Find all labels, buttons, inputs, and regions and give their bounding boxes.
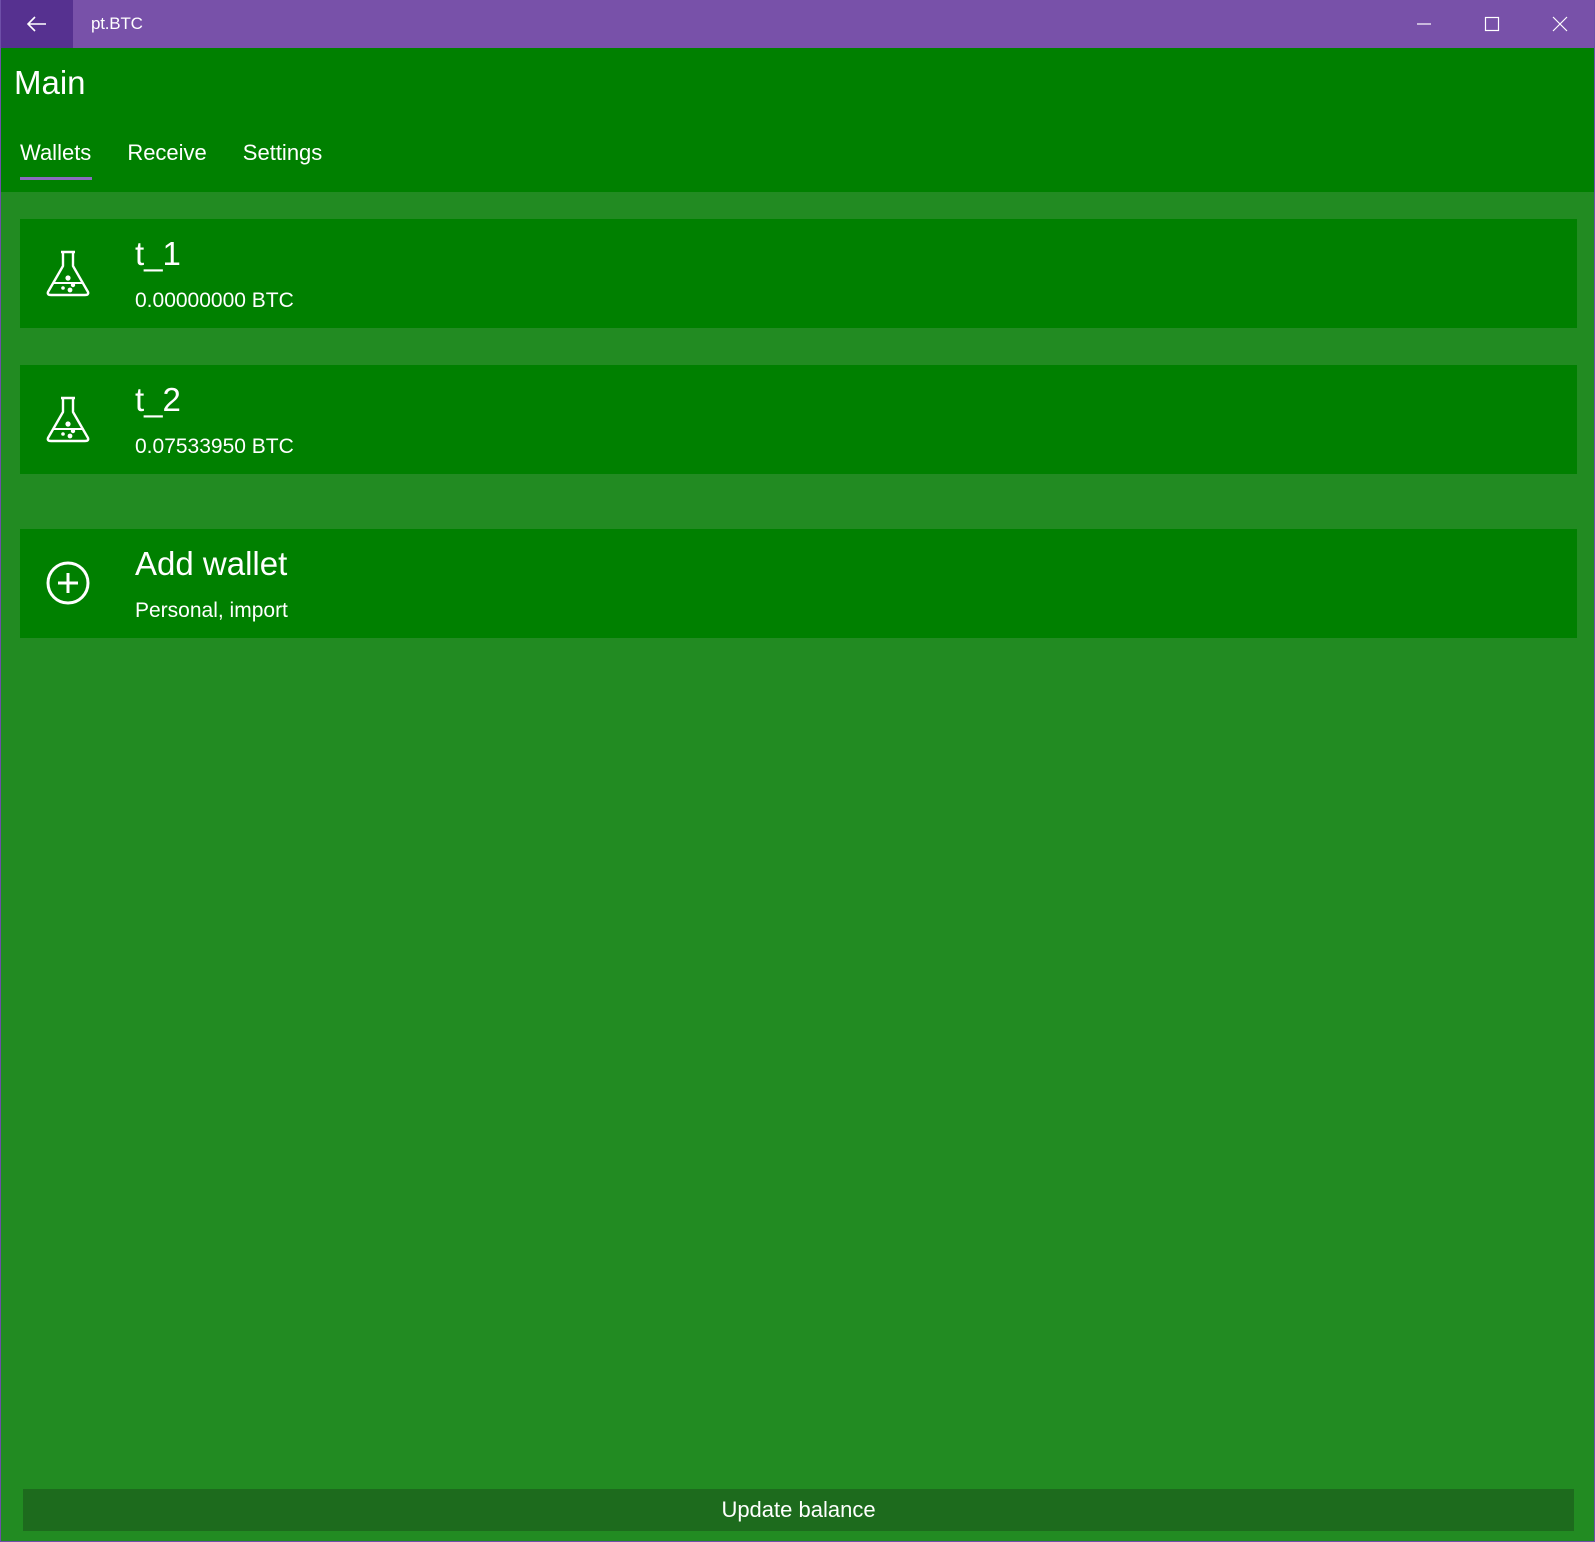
wallet-item[interactable]: t_1 0.00000000 BTC (20, 219, 1577, 328)
flask-icon (46, 250, 90, 297)
maximize-icon (1484, 16, 1500, 32)
arrow-left-icon (27, 16, 46, 32)
close-button[interactable] (1526, 0, 1594, 48)
tab-receive[interactable]: Receive (127, 140, 206, 180)
tab-settings[interactable]: Settings (243, 140, 323, 180)
add-wallet-title: Add wallet (135, 545, 288, 582)
caption-buttons (1390, 0, 1594, 48)
page-header: Main Wallets Receive Settings (1, 48, 1594, 192)
tab-wallets[interactable]: Wallets (20, 140, 93, 180)
wallet-balance: 0.07533950 BTC (135, 435, 294, 458)
update-balance-button[interactable]: Update balance (23, 1489, 1574, 1531)
wallet-balance: 0.00000000 BTC (135, 289, 294, 312)
tab-bar: Wallets Receive Settings (20, 140, 358, 180)
plus-circle-icon (46, 561, 90, 605)
add-wallet-button[interactable]: Add wallet Personal, import (20, 529, 1577, 638)
flask-icon (46, 396, 90, 443)
wallet-name: t_1 (135, 235, 181, 272)
wallet-name: t_2 (135, 381, 181, 418)
minimize-icon (1417, 23, 1431, 25)
maximize-button[interactable] (1458, 0, 1526, 48)
app-window: pt.BTC Main Wallets Receive Settings t_1… (0, 0, 1595, 1542)
window-title: pt.BTC (91, 14, 143, 33)
minimize-button[interactable] (1390, 0, 1458, 48)
page-title: Main (14, 64, 86, 101)
close-icon (1552, 16, 1568, 32)
add-wallet-subtitle: Personal, import (135, 599, 288, 622)
wallet-item[interactable]: t_2 0.07533950 BTC (20, 365, 1577, 474)
title-bar: pt.BTC (1, 0, 1594, 48)
back-button[interactable] (1, 0, 73, 48)
